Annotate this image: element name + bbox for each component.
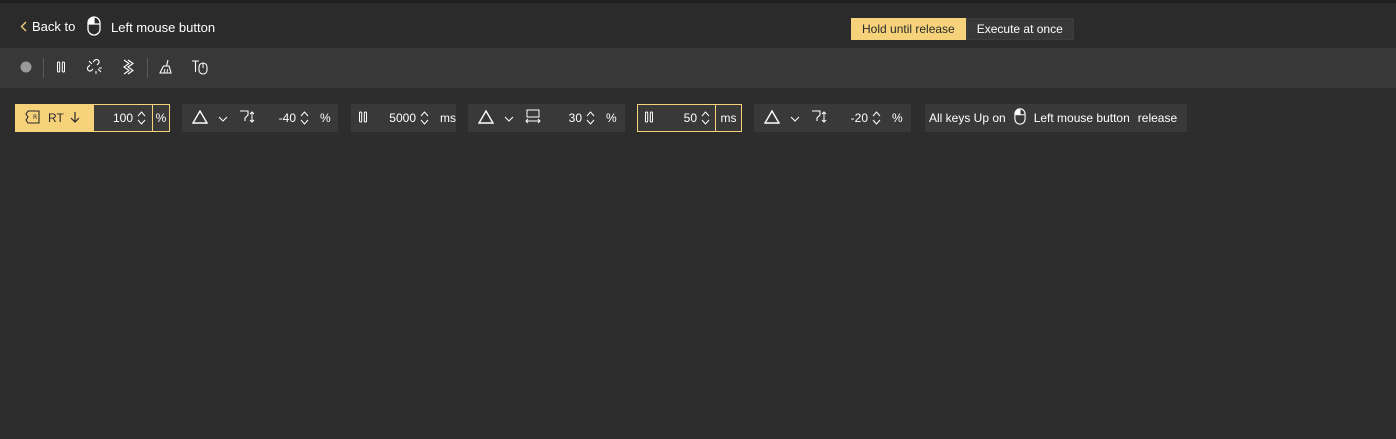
chain-button[interactable] [118,58,138,78]
release-block[interactable]: All keys Up on Left mouse button release [925,104,1187,132]
adjust-block-2[interactable]: 30 % [468,104,625,132]
svg-text:R: R [33,114,37,121]
page-title: Left mouse button [87,15,215,39]
delta-dropdown-2[interactable] [477,109,514,127]
pause-icon [358,111,368,126]
mouse-icon [87,15,101,39]
chevron-left-icon [20,21,27,32]
axis-adjust-icon [238,109,256,128]
chevron-down-icon [218,111,228,125]
adjust-unit-3: % [892,111,903,125]
delay-value-field-2[interactable]: 50 [654,105,715,131]
delay-unit-box-2: ms [716,105,741,131]
trigger-block[interactable]: R RT 100 % [15,104,170,132]
adjust-stepper-1[interactable] [300,104,312,132]
adjust-stepper-2[interactable] [586,104,598,132]
adjust-unit-2: % [606,111,617,125]
broom-icon [158,59,174,78]
trigger-key-label: RT [48,111,64,125]
top-bar: Back to Left mouse button Hold until rel… [0,0,1396,48]
delta-dropdown-3[interactable] [763,109,800,127]
delay-value-field-1[interactable]: 5000 [368,104,432,132]
chain-icon [121,59,135,78]
pause-button[interactable] [51,58,71,78]
adjust-value-1[interactable]: -40 [279,111,296,125]
mouse-icon [1014,108,1026,128]
action-sequence: R RT 100 % -40 % 5000 ms 30 % 50 ms -20 … [0,88,1396,439]
adjust-block-1[interactable]: -40 % [182,104,338,132]
delay-stepper-2[interactable] [701,105,713,131]
delay-unit-2: ms [720,111,737,125]
page-title-text: Left mouse button [111,19,216,35]
mouse-clear-icon [191,59,209,78]
toolbar [0,48,1396,88]
toolbar-divider [147,58,148,78]
execute-at-once-button[interactable]: Execute at once [965,18,1074,40]
trigger-key[interactable]: R RT [16,105,94,131]
trigger-unit: % [155,111,167,125]
back-button[interactable]: Back to [20,16,75,36]
chevron-down-icon [504,111,514,125]
adjust-value-3[interactable]: -20 [851,111,868,125]
delay-value-2[interactable]: 50 [684,111,697,125]
unlink-icon [86,58,103,78]
trigger-icon: R [24,109,42,128]
trigger-value-field[interactable]: 100 [94,105,152,131]
axis-adjust-horizontal-icon [524,109,542,128]
pause-icon [644,111,654,126]
clear-button[interactable] [156,58,176,78]
release-target: Left mouse button [1033,111,1130,125]
delta-icon [763,109,781,127]
adjust-block-3[interactable]: -20 % [754,104,911,132]
record-icon [20,61,32,76]
trigger-unit-box: % [153,105,169,131]
hold-until-release-button[interactable]: Hold until release [851,18,966,40]
axis-adjust-icon [810,109,828,128]
toolbar-divider [43,58,44,78]
trigger-value[interactable]: 100 [113,111,133,125]
mode-toggle-group: Hold until release Execute at once [851,18,1074,40]
adjust-stepper-3[interactable] [872,104,884,132]
unlink-button[interactable] [85,58,105,78]
adjust-value-2[interactable]: 30 [569,111,582,125]
delay-value-1[interactable]: 5000 [389,111,416,125]
release-prefix: All keys Up on [929,111,1006,125]
back-label: Back to [32,18,76,34]
adjust-value-field-2[interactable]: 30 [542,104,598,132]
delta-icon [191,109,209,127]
release-suffix: release [1137,111,1178,125]
delay-block-2[interactable]: 50 ms [637,104,742,132]
delay-stepper-1[interactable] [420,104,432,132]
pause-icon [56,61,66,76]
record-button[interactable] [16,58,36,78]
delay-block-1[interactable]: 5000 ms [351,104,456,132]
trigger-value-stepper[interactable] [137,105,149,131]
adjust-value-field-3[interactable]: -20 [828,104,884,132]
delay-unit-1: ms [440,111,456,125]
adjust-value-field-1[interactable]: -40 [256,104,312,132]
delta-icon [477,109,495,127]
delta-dropdown-1[interactable] [191,109,228,127]
adjust-unit-1: % [320,111,331,125]
arrow-down-icon [70,111,80,126]
chevron-down-icon [790,111,800,125]
clear-mouse-button[interactable] [190,58,210,78]
